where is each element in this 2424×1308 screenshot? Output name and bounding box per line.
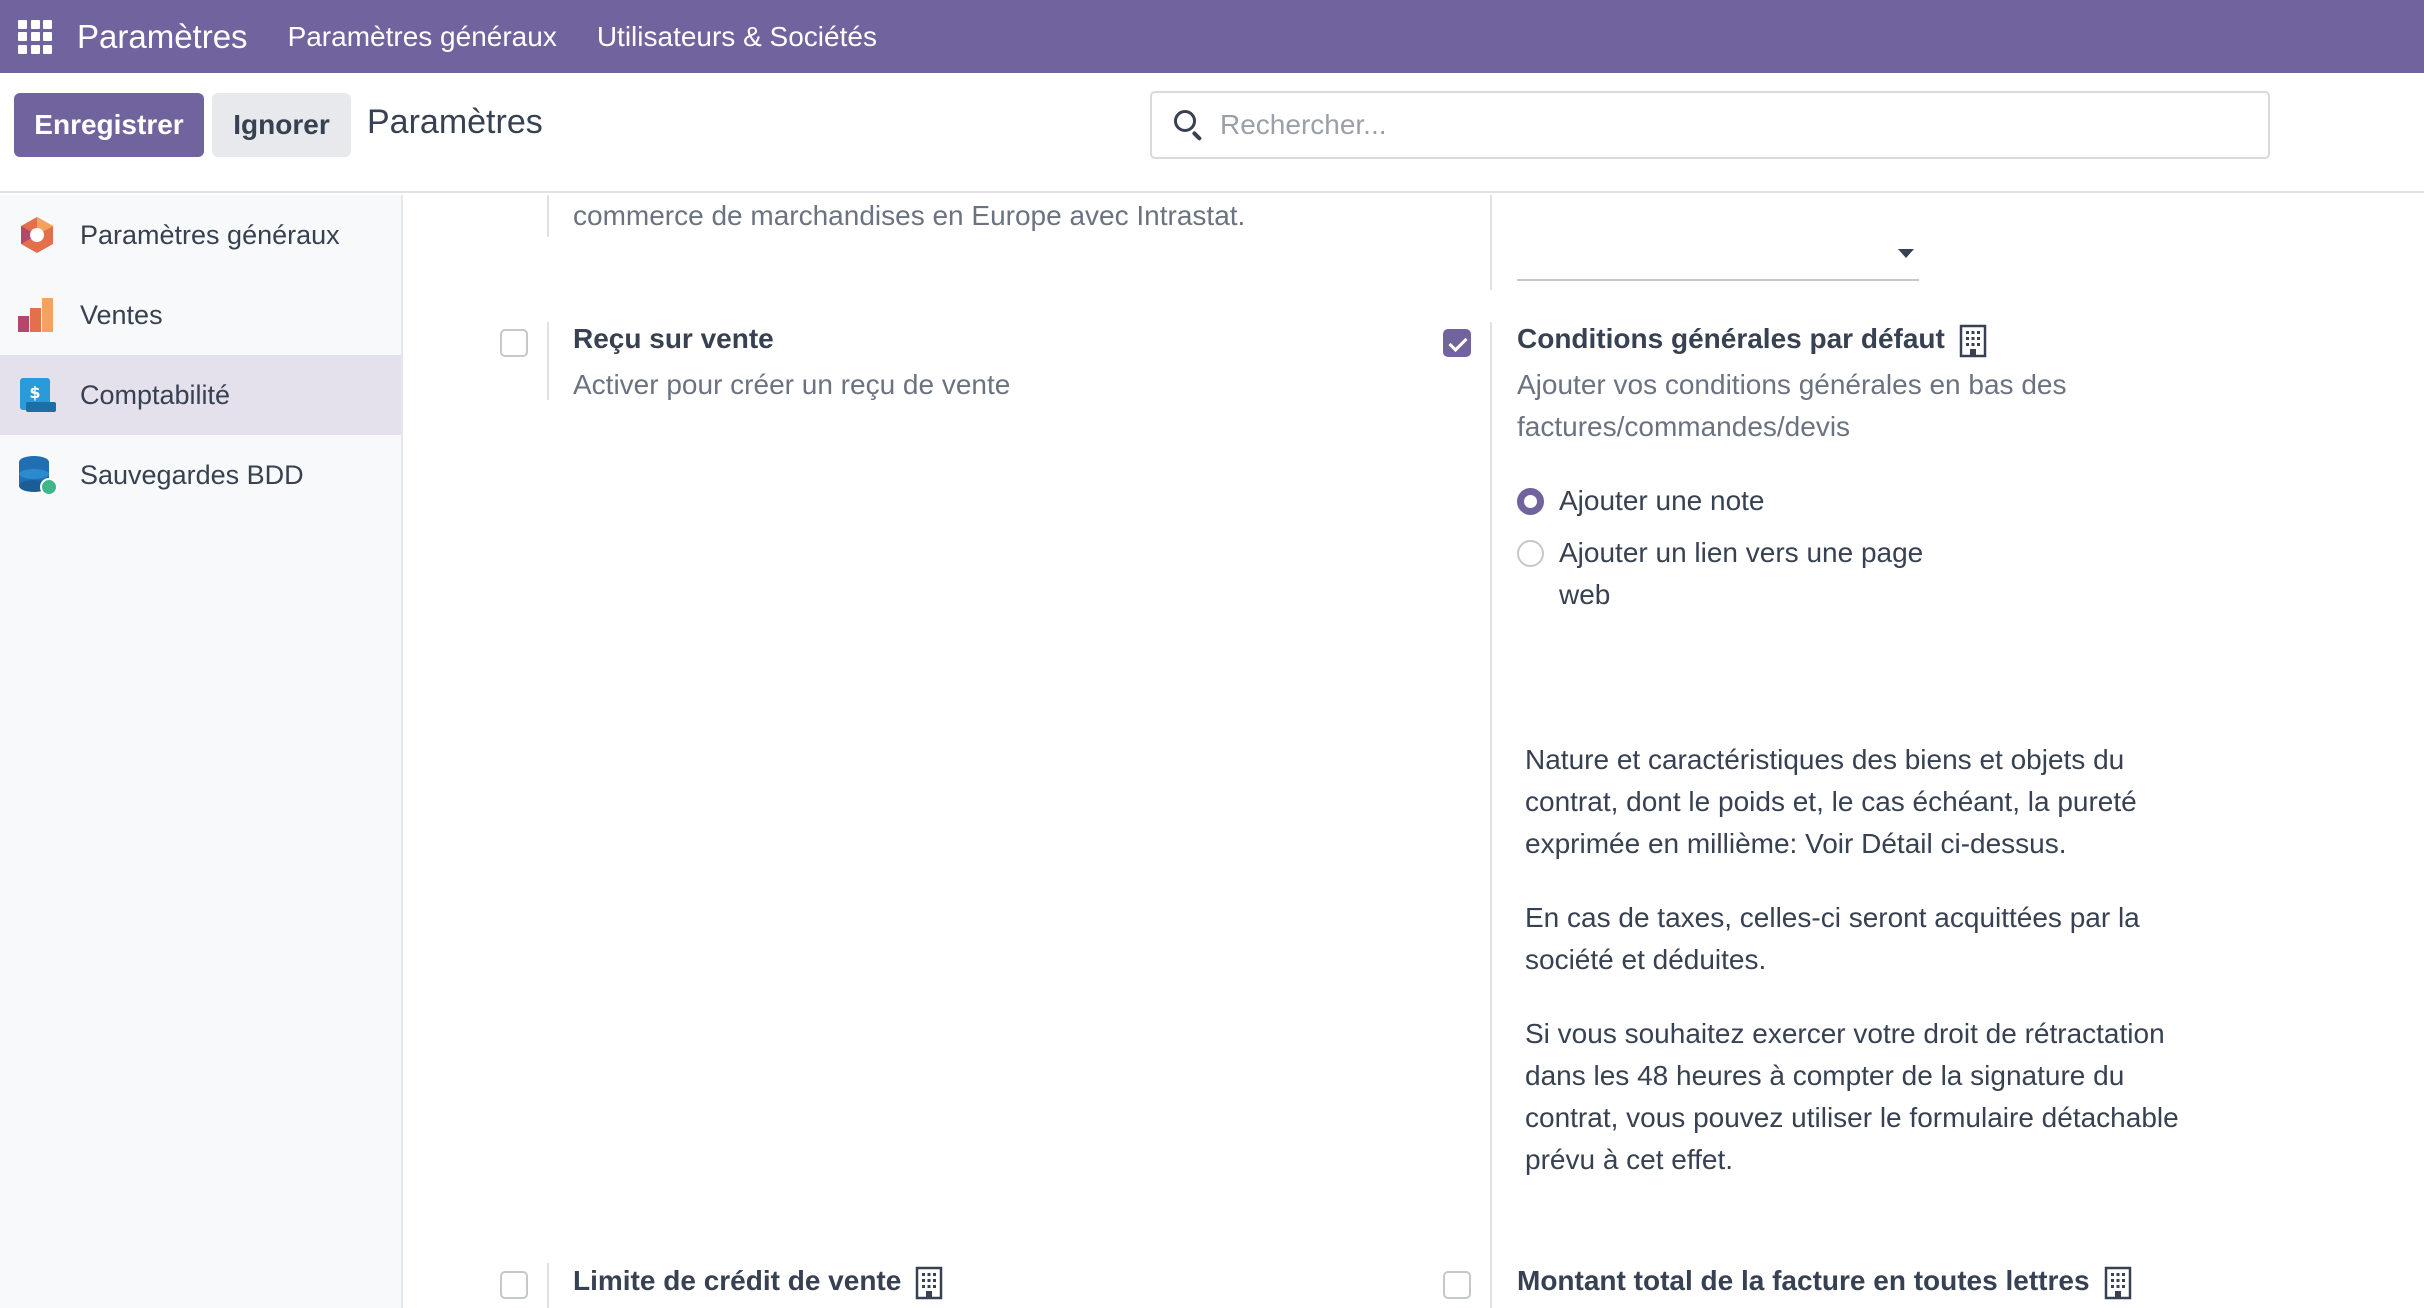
setting-divider: [1490, 1263, 1492, 1308]
sale-credit-limit-title: Limite de crédit de vente: [573, 1265, 943, 1300]
settings-sidebar: Paramètres généraux Ventes $ Comptabilit…: [0, 195, 403, 1308]
sales-chart-icon: [18, 298, 53, 332]
company-building-icon: [2104, 1266, 2131, 1299]
setting-divider: [547, 1263, 549, 1308]
setting-divider: [1490, 322, 1492, 1308]
terms-note-paragraph[interactable]: En cas de taxes, celles-ci seront acquit…: [1525, 897, 2225, 981]
amount-in-words-checkbox[interactable]: [1443, 1271, 1471, 1299]
sale-credit-limit-title-text: Limite de crédit de vente: [573, 1265, 902, 1296]
sidebar-item-general-settings[interactable]: Paramètres généraux: [0, 195, 401, 275]
terms-note-paragraph[interactable]: Nature et caractéristiques des biens et …: [1525, 739, 2225, 865]
search-bar[interactable]: [1150, 91, 2270, 159]
app-name[interactable]: Paramètres: [77, 18, 248, 56]
radio-add-web-link[interactable]: [1517, 540, 1544, 567]
accounting-icon: $: [20, 378, 56, 412]
sidebar-item-db-backups[interactable]: Sauvegardes BDD: [0, 435, 401, 515]
search-input[interactable]: [1220, 109, 2220, 141]
sidebar-item-label: Sauvegardes BDD: [80, 459, 304, 490]
sidebar-item-label: Comptabilité: [80, 379, 231, 410]
amount-in-words-title-text: Montant total de la facture en toutes le…: [1517, 1265, 2090, 1296]
default-terms-title-text: Conditions générales par défaut: [1517, 323, 1945, 354]
sale-receipt-title: Reçu sur vente: [573, 323, 774, 354]
control-panel: Enregistrer Ignorer Paramètres: [0, 73, 2424, 193]
nav-general-settings[interactable]: Paramètres généraux: [288, 21, 557, 53]
dropdown-select[interactable]: [1517, 279, 1919, 281]
default-terms-checkbox[interactable]: [1443, 329, 1471, 357]
settings-content: commerce de marchandises en Europe avec …: [405, 195, 2424, 1308]
default-terms-title: Conditions générales par défaut: [1517, 323, 1987, 358]
sidebar-item-accounting[interactable]: $ Comptabilité: [0, 355, 401, 435]
sidebar-item-label: Ventes: [80, 299, 163, 330]
search-icon: [1172, 108, 1206, 142]
discard-button[interactable]: Ignorer: [212, 93, 351, 157]
amount-in-words-title: Montant total de la facture en toutes le…: [1517, 1265, 2132, 1300]
default-terms-description: Ajouter vos conditions générales en bas …: [1517, 369, 2067, 442]
save-button[interactable]: Enregistrer: [14, 93, 204, 157]
apps-grid-icon[interactable]: [18, 19, 52, 54]
setting-divider: [547, 195, 549, 237]
sale-credit-limit-checkbox[interactable]: [500, 1271, 528, 1299]
nav-users-companies[interactable]: Utilisateurs & Sociétés: [597, 21, 877, 53]
radio-add-web-link-label[interactable]: Ajouter un lien vers une page web: [1559, 532, 1929, 616]
company-building-icon: [1959, 324, 1987, 357]
radio-add-note-label[interactable]: Ajouter une note: [1559, 480, 1765, 522]
sidebar-item-sales[interactable]: Ventes: [0, 275, 401, 355]
svg-text:$: $: [29, 383, 40, 402]
setting-divider: [1490, 195, 1492, 290]
database-backup-icon: [19, 456, 58, 496]
settings-logo-icon: [21, 217, 53, 253]
radio-add-note[interactable]: [1517, 488, 1544, 515]
chevron-down-icon[interactable]: [1898, 249, 1914, 258]
top-navbar: Paramètres Paramètres généraux Utilisate…: [0, 0, 2424, 73]
intrastat-description: commerce de marchandises en Europe avec …: [573, 200, 1246, 231]
company-building-icon: [916, 1266, 943, 1299]
sale-receipt-description: Activer pour créer un reçu de vente: [573, 369, 1011, 400]
terms-note-paragraph[interactable]: Si vous souhaitez exercer votre droit de…: [1525, 1013, 2225, 1181]
page-title: Paramètres: [367, 103, 543, 141]
sale-receipt-checkbox[interactable]: [500, 329, 528, 357]
setting-divider: [547, 322, 549, 400]
sidebar-item-label: Paramètres généraux: [80, 219, 340, 250]
